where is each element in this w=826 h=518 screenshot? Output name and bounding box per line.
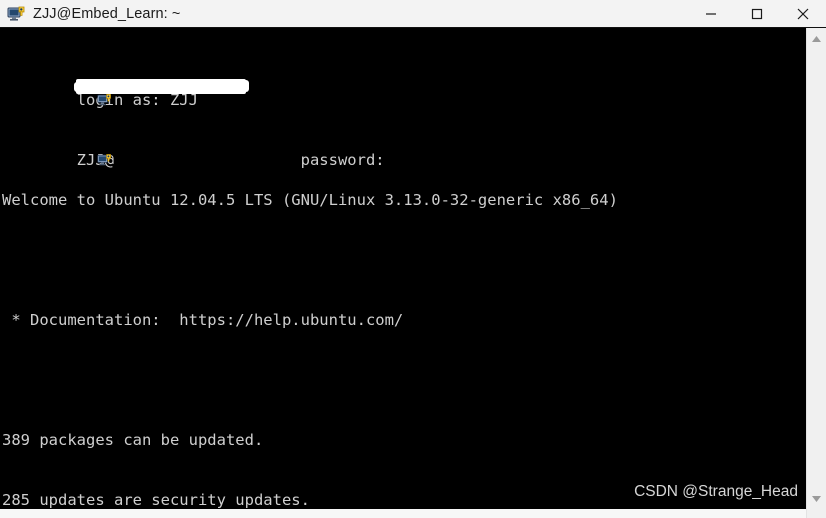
hostname-redaction-box bbox=[74, 79, 249, 94]
title-bar[interactable]: ZJJ@Embed_Learn: ~ bbox=[0, 0, 826, 28]
terminal-line: * Documentation: https://help.ubuntu.com… bbox=[2, 310, 627, 330]
terminal-line: 285 updates are security updates. bbox=[2, 490, 627, 509]
putty-icon-overlay-1 bbox=[4, 72, 112, 106]
window-controls bbox=[688, 0, 826, 27]
terminal-line-text: * Documentation: https://help.ubuntu.com… bbox=[2, 311, 404, 329]
putty-icon-overlay-2 bbox=[4, 132, 112, 166]
maximize-button[interactable] bbox=[734, 0, 780, 27]
terminal-line-text: Welcome to Ubuntu 12.04.5 LTS (GNU/Linux… bbox=[2, 191, 618, 209]
minimize-button[interactable] bbox=[688, 0, 734, 27]
terminal-line-text: 389 packages can be updated. bbox=[2, 431, 264, 449]
window-bottom-edge bbox=[0, 509, 806, 518]
terminal-line-text: 285 updates are security updates. bbox=[2, 491, 310, 509]
putty-icon bbox=[7, 4, 27, 24]
watermark-text: CSDN @Strange_Head bbox=[634, 483, 798, 500]
vertical-scrollbar[interactable] bbox=[806, 28, 826, 518]
terminal-line-text: ZJJ@ password: bbox=[76, 151, 385, 169]
terminal-line: 389 packages can be updated. bbox=[2, 430, 627, 450]
putty-terminal-window: ZJJ@Embed_Learn: ~ login as: ZJJ ZJJ@ pa… bbox=[0, 0, 826, 518]
terminal-screen[interactable]: login as: ZJJ ZJJ@ password: Welcome to … bbox=[0, 28, 806, 509]
terminal-line: ZJJ@ password: bbox=[2, 130, 627, 169]
terminal-output: login as: ZJJ ZJJ@ password: Welcome to … bbox=[0, 28, 627, 509]
scroll-down-icon[interactable] bbox=[807, 490, 826, 508]
close-button[interactable] bbox=[780, 0, 826, 27]
window-title: ZJJ@Embed_Learn: ~ bbox=[33, 5, 181, 22]
terminal-line: Welcome to Ubuntu 12.04.5 LTS (GNU/Linux… bbox=[2, 190, 627, 210]
scroll-up-icon[interactable] bbox=[807, 30, 826, 48]
